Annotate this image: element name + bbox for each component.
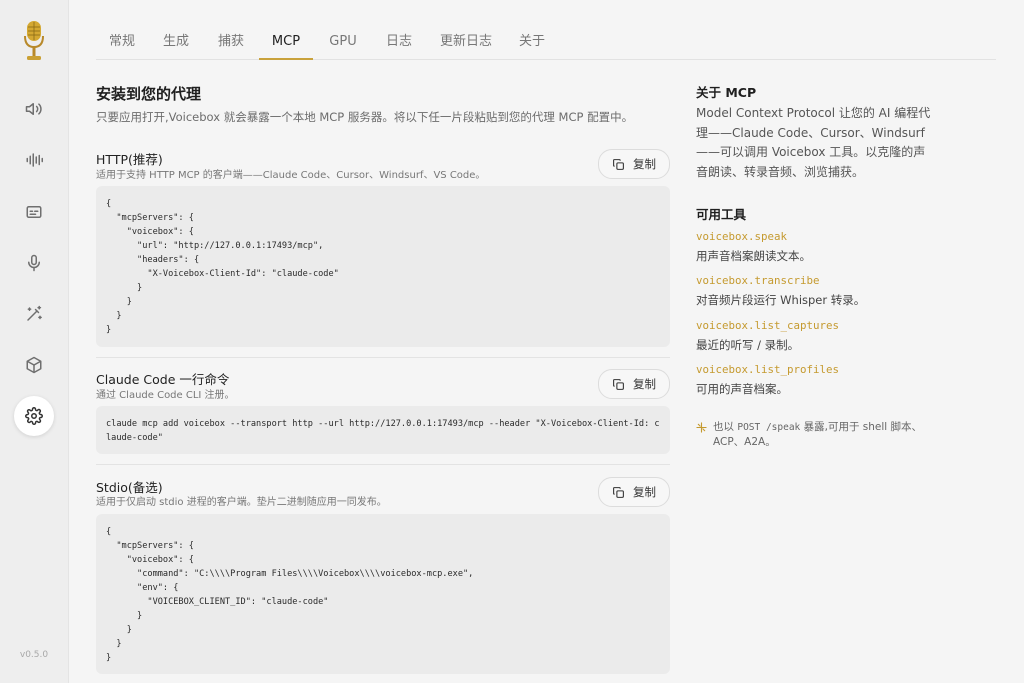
claude-command-code[interactable]: claude mcp add voicebox --transport http… <box>96 406 670 454</box>
tool-name: voicebox.speak <box>696 230 788 243</box>
tab-about[interactable]: 关于 <box>518 28 546 58</box>
divider <box>96 357 670 358</box>
copy-http-button[interactable]: 复制 <box>598 149 670 179</box>
nav-subtitles-button[interactable] <box>14 192 54 232</box>
tab-generate[interactable]: 生成 <box>162 28 190 58</box>
box-icon <box>26 356 42 374</box>
stdio-config-code[interactable]: { "mcpServers": { "voicebox": { "command… <box>96 514 670 674</box>
rest-api-note: 也以 POST /speak 暴露,可用于 shell 脚本、ACP、A2A。 <box>696 420 932 450</box>
tool-desc: 对音频片段运行 Whisper 转录。 <box>696 293 866 307</box>
tab-mcp[interactable]: MCP <box>259 28 313 60</box>
tab-logs[interactable]: 日志 <box>385 28 413 58</box>
tab-gpu[interactable]: GPU <box>329 28 357 58</box>
nav-waveform-button[interactable] <box>14 140 54 180</box>
copy-label: 复制 <box>633 485 656 499</box>
tab-capture[interactable]: 捕获 <box>217 28 245 58</box>
copy-icon <box>613 486 624 498</box>
tool-name: voicebox.transcribe <box>696 274 820 287</box>
http-config-code[interactable]: { "mcpServers": { "voicebox": { "url": "… <box>96 186 670 347</box>
tool-desc: 可用的声音档案。 <box>696 382 788 396</box>
divider <box>96 464 670 465</box>
waveform-icon <box>26 153 43 167</box>
tab-changelog[interactable]: 更新日志 <box>440 28 492 58</box>
nav-box-button[interactable] <box>14 345 54 385</box>
copy-label: 复制 <box>633 157 656 171</box>
tab-general[interactable]: 常规 <box>108 28 136 58</box>
sidebar: v0.5.0 <box>0 0 69 683</box>
version-label: v0.5.0 <box>19 650 49 660</box>
about-mcp-title: 关于 MCP <box>696 85 757 100</box>
nav-speaker-button[interactable] <box>14 89 54 129</box>
note-endpoint: POST /speak <box>737 422 801 433</box>
nav-settings-button[interactable] <box>14 396 54 436</box>
copy-label: 复制 <box>633 377 656 391</box>
copy-stdio-button[interactable]: 复制 <box>598 477 670 507</box>
magic-wand-icon <box>27 305 42 321</box>
microphone-logo-icon <box>22 20 46 62</box>
tools-title: 可用工具 <box>696 207 747 222</box>
copy-icon <box>613 158 624 170</box>
http-section-desc: 适用于支持 HTTP MCP 的客户端——Claude Code、Cursor、… <box>96 170 486 181</box>
page-subtitle: 只要应用打开,Voicebox 就会暴露一个本地 MCP 服务器。将以下任一片段… <box>96 110 634 124</box>
tool-name: voicebox.list_captures <box>696 319 840 332</box>
microphone-icon <box>28 254 40 272</box>
settings-gear-icon <box>25 407 43 425</box>
tool-desc: 用声音档案朗读文本。 <box>696 249 811 263</box>
speaker-icon <box>25 103 42 115</box>
claude-section-desc: 通过 Claude Code CLI 注册。 <box>96 390 235 401</box>
note-prefix: 也以 <box>713 421 734 433</box>
copy-icon <box>613 378 624 390</box>
about-mcp-text: Model Context Protocol 让您的 AI 编程代理——Clau… <box>696 106 931 179</box>
copy-claude-button[interactable]: 复制 <box>598 369 670 399</box>
nav-microphone-button[interactable] <box>14 243 54 283</box>
subtitles-icon <box>26 206 42 218</box>
settings-tabs: 常规 生成 捕获 MCP GPU 日志 更新日志 关于 <box>96 28 996 60</box>
tool-desc: 最近的听写 / 录制。 <box>696 338 800 352</box>
nav-magic-wand-button[interactable] <box>14 294 54 334</box>
stdio-section-desc: 适用于仅启动 stdio 进程的客户端。垫片二进制随应用一同发布。 <box>96 497 387 508</box>
sparkle-icon <box>696 422 707 433</box>
tool-name: voicebox.list_profiles <box>696 363 840 376</box>
page-title: 安装到您的代理 <box>96 85 202 103</box>
